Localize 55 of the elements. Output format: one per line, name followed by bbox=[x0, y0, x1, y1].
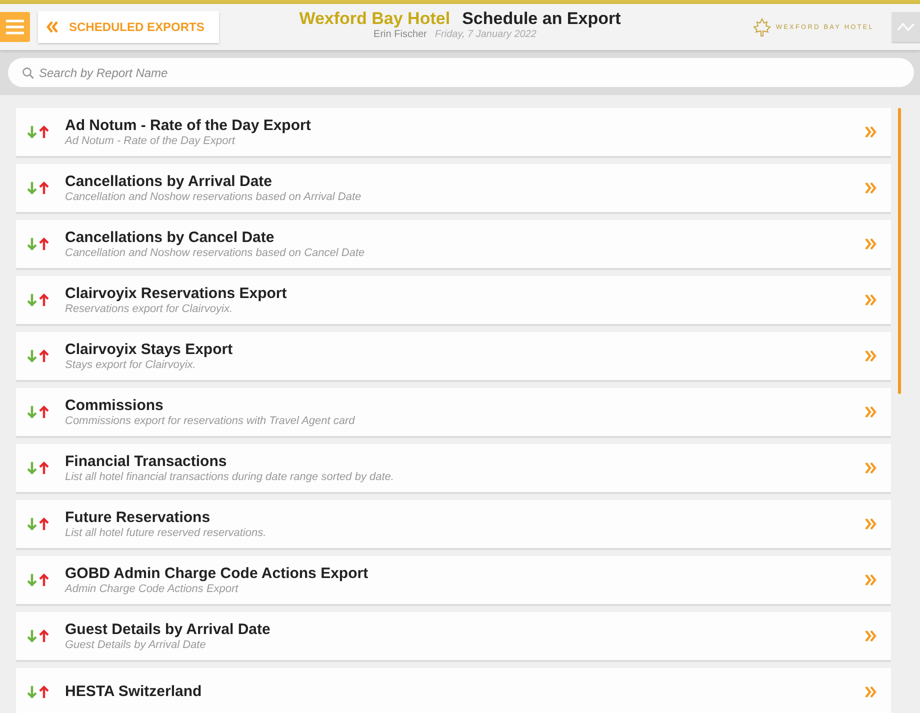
chevron-right-icon bbox=[865, 518, 877, 530]
menu-button[interactable] bbox=[0, 12, 30, 42]
report-row[interactable]: Ad Notum - Rate of the Day Export Ad Notum - Rate of the Day Export bbox=[16, 108, 891, 158]
report-row[interactable]: Clairvoyix Reservations Export Reservations export for Clairvoyix. bbox=[16, 276, 891, 326]
report-description: List all hotel future reserved reservations. bbox=[65, 526, 268, 540]
line-chart-icon bbox=[897, 22, 915, 32]
report-title: Future Reservations bbox=[65, 508, 212, 526]
chevron-right-icon bbox=[865, 238, 877, 250]
report-title: Clairvoyix Stays Export bbox=[65, 340, 234, 358]
search-field[interactable]: Search by Report Name bbox=[8, 58, 914, 87]
chevron-right-icon bbox=[865, 686, 877, 698]
menu-icon bbox=[6, 19, 24, 35]
chevron-right-icon bbox=[865, 406, 877, 418]
page-title: Schedule an Export bbox=[462, 9, 621, 29]
chevron-right-icon bbox=[865, 182, 877, 194]
report-row[interactable]: Guest Details by Arrival Date Guest Details by Arrival Date bbox=[16, 612, 891, 662]
report-description: Commissions export for reservations with Travel Agent card bbox=[65, 414, 356, 428]
report-description: Admin Charge Code Actions Export bbox=[65, 582, 240, 596]
report-title: Guest Details by Arrival Date bbox=[65, 620, 272, 638]
report-row[interactable]: HESTA Switzerland bbox=[16, 668, 891, 713]
report-title: Cancellations by Cancel Date bbox=[65, 228, 276, 246]
report-description: Stays export for Clairvoyix. bbox=[65, 358, 197, 372]
report-row[interactable]: Financial Transactions List all hotel financial transactions during date range sorted by date. bbox=[16, 444, 891, 494]
maple-leaf-icon bbox=[752, 18, 771, 36]
report-description: Guest Details by Arrival Date bbox=[65, 638, 207, 652]
chevron-right-icon bbox=[865, 574, 877, 586]
chevron-right-icon bbox=[865, 350, 877, 362]
report-title: GOBD Admin Charge Code Actions Export bbox=[65, 564, 370, 582]
chevron-right-icon bbox=[865, 126, 877, 138]
report-title: HESTA Switzerland bbox=[65, 683, 203, 701]
user-name: Erin Fischer bbox=[374, 29, 427, 40]
report-description: Reservations export for Clairvoyix. bbox=[65, 302, 234, 316]
report-description: Cancellation and Noshow reservations based on Cancel Date bbox=[65, 246, 366, 260]
report-row[interactable]: Cancellations by Arrival Date Cancellation and Noshow reservations based on Arrival Date bbox=[16, 164, 891, 214]
report-description: Cancellation and Noshow reservations based on Arrival Date bbox=[65, 190, 362, 204]
report-title: Ad Notum - Rate of the Day Export bbox=[65, 116, 312, 134]
report-row[interactable]: Commissions Commissions export for reservations with Travel Agent card bbox=[16, 388, 891, 438]
chart-button[interactable] bbox=[892, 12, 920, 42]
hotel-name: Wexford Bay Hotel bbox=[299, 9, 450, 29]
report-description: List all hotel financial transactions during date range sorted by date. bbox=[65, 470, 395, 484]
scrollbar[interactable] bbox=[898, 108, 901, 394]
date-label: Friday, 7 January 2022 bbox=[434, 29, 536, 40]
report-row[interactable]: Clairvoyix Stays Export Stays export for Clairvoyix. bbox=[16, 332, 891, 382]
chevron-right-icon bbox=[865, 630, 877, 642]
report-row[interactable]: Cancellations by Cancel Date Cancellation and Noshow reservations based on Cancel Date bbox=[16, 220, 891, 270]
report-description: Ad Notum - Rate of the Day Export bbox=[65, 134, 236, 148]
report-title: Cancellations by Arrival Date bbox=[65, 172, 274, 190]
report-row[interactable]: GOBD Admin Charge Code Actions Export Admin Charge Code Actions Export bbox=[16, 556, 891, 606]
report-title: Clairvoyix Reservations Export bbox=[65, 284, 288, 302]
report-title: Commissions bbox=[65, 396, 164, 414]
chevron-right-icon bbox=[865, 462, 877, 474]
report-title: Financial Transactions bbox=[65, 452, 228, 470]
chevron-right-icon bbox=[865, 294, 877, 306]
report-row[interactable]: Future Reservations List all hotel future reserved reservations. bbox=[16, 500, 891, 550]
double-chevron-left-icon bbox=[46, 21, 59, 33]
